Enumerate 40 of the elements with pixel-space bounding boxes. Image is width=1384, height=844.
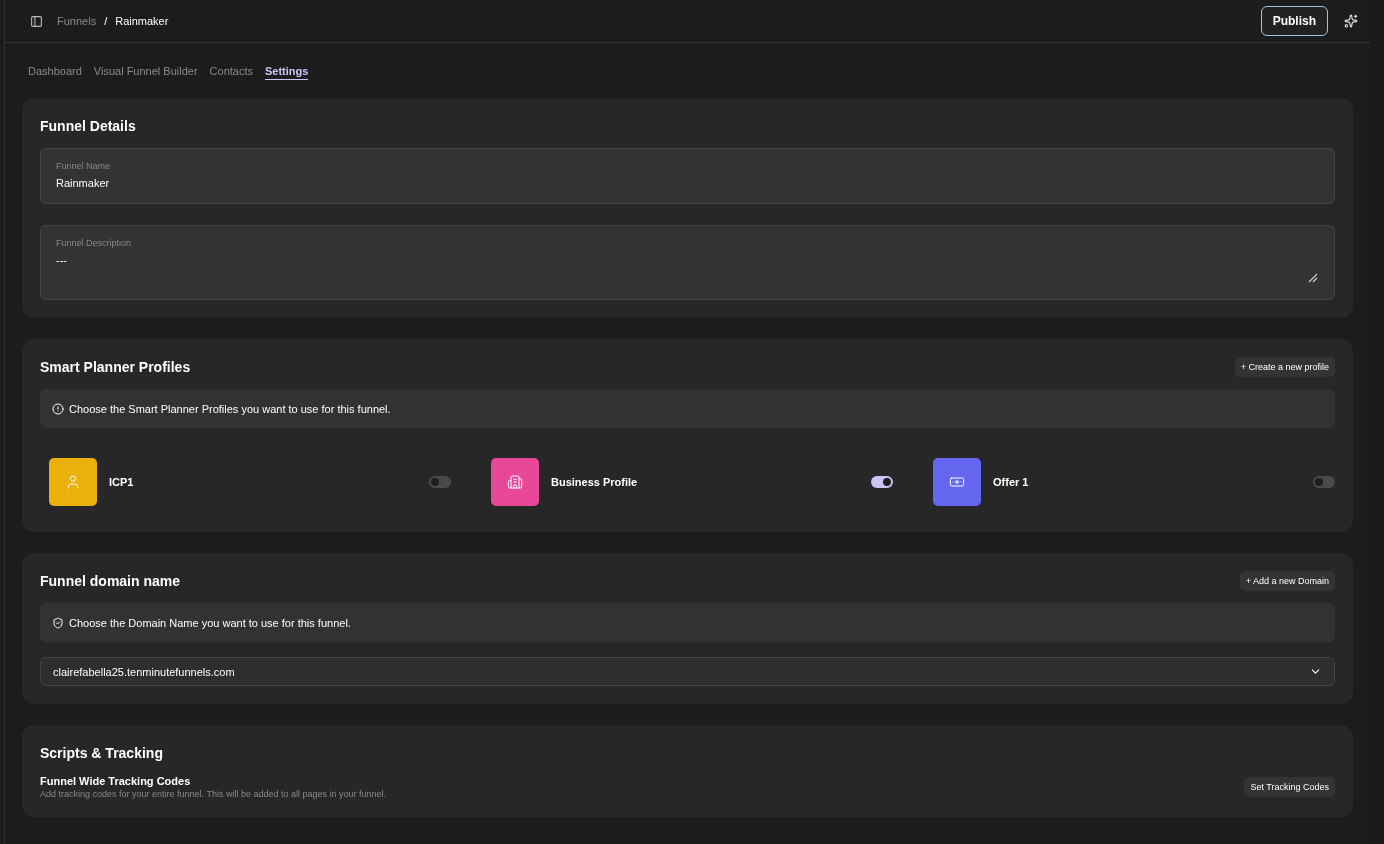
profile-name: ICP1 [109,476,135,488]
profile-name: Offer 1 [993,476,1030,488]
card-title: Smart Planner Profiles [40,359,191,375]
add-domain-button[interactable]: + Add a new Domain [1239,571,1335,591]
tab[interactable]: Visual Funnel Builder [93,64,198,80]
sparkle-icon[interactable] [1344,14,1358,28]
create-profile-button[interactable]: + Create a new profile [1234,357,1335,377]
card-title: Scripts & Tracking [40,745,163,761]
item-description: Add tracking codes for your entire funnel. This will be added to all pages in your funnel. [40,789,387,799]
profile-toggle[interactable] [429,476,451,488]
breadcrumb-link[interactable]: Funnels [57,15,97,27]
field-value: Rainmaker [56,177,111,189]
info-text: Choose the Domain Name you want to use for this funnel. [69,616,351,629]
tab[interactable]: Dashboard [28,64,82,80]
sidebar-toggle-icon[interactable] [30,14,43,28]
domain-select[interactable]: clairefabella25.tenminutefunnels.com [40,657,1335,686]
shield-icon [52,616,64,629]
card-title: Funnel domain name [40,573,180,589]
field-value: --- [56,254,68,266]
funnel-description-field[interactable]: Funnel Description --- [40,225,1335,300]
resize-handle-icon[interactable] [1308,273,1318,283]
tab[interactable]: Contacts [209,64,253,80]
money-icon [949,474,965,490]
field-label: Funnel Name [56,161,112,171]
funnel-name-field[interactable]: Funnel Name Rainmaker [40,148,1335,204]
person-icon [65,474,81,490]
publish-button[interactable]: Publish [1260,6,1328,36]
profile-toggle[interactable] [1313,476,1335,488]
breadcrumb-current: Rainmaker [115,15,169,27]
info-text: Choose the Smart Planner Profiles you want to use for this funnel. [69,402,391,415]
tab[interactable]: Settings [265,64,309,80]
profile-toggle[interactable] [871,476,893,488]
building-icon [507,474,523,490]
card-title: Funnel Details [40,118,136,134]
field-label: Funnel Description [56,238,133,248]
breadcrumb-separator: / [104,15,108,27]
set-tracking-codes-button[interactable]: Set Tracking Codes [1244,777,1335,797]
profile-name: Business Profile [551,476,639,488]
info-icon [52,402,64,415]
item-title: Funnel Wide Tracking Codes [40,775,192,787]
